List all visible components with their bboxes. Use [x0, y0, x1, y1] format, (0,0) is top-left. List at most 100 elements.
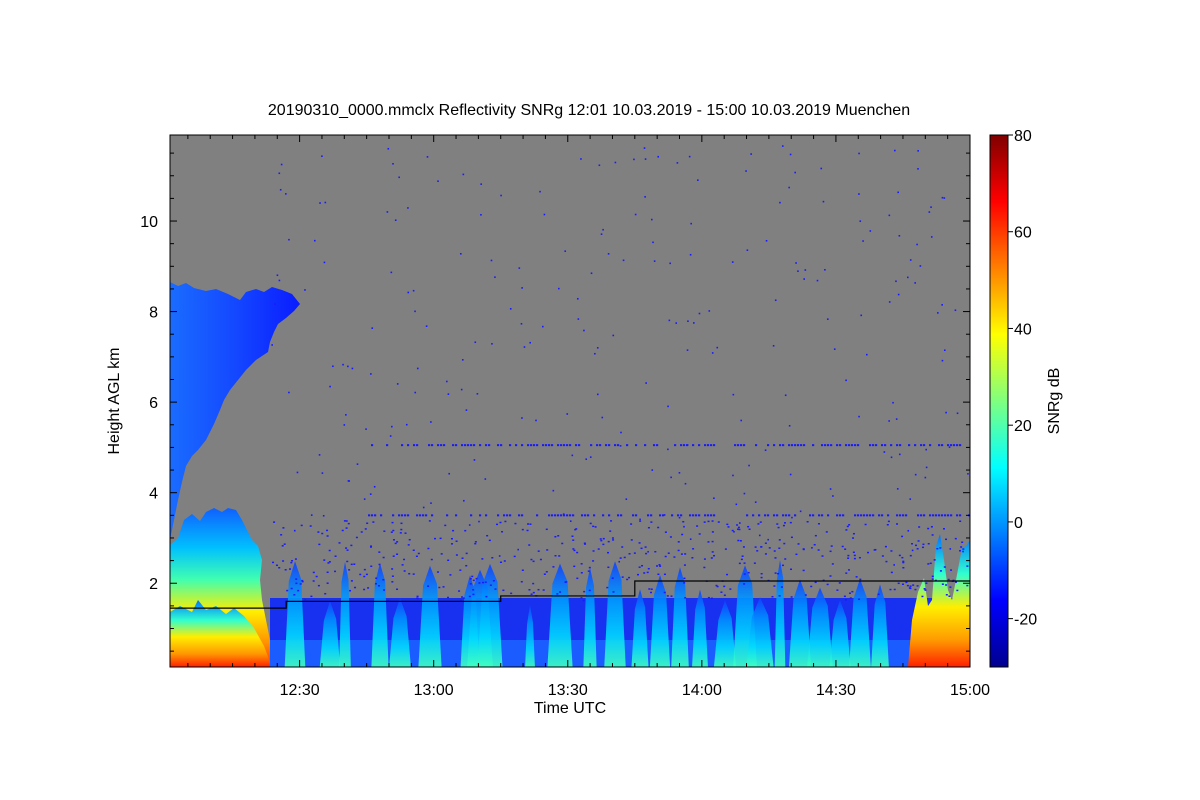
echo-pixel: [959, 444, 962, 447]
noise-pixel: [351, 367, 354, 370]
noise-pixel: [450, 537, 453, 540]
noise-pixel: [438, 586, 441, 589]
echo-pixel: [560, 514, 563, 517]
noise-pixel: [389, 435, 392, 437]
echo-pixel: [947, 514, 950, 517]
noise-pixel: [790, 536, 793, 539]
noise-pixel: [554, 554, 557, 557]
noise-pixel: [859, 220, 862, 222]
noise-pixel: [707, 541, 710, 543]
y-tick-label: 10: [140, 214, 158, 231]
noise-pixel: [677, 541, 680, 543]
noise-pixel: [669, 536, 672, 538]
noise-pixel: [377, 584, 380, 587]
noise-pixel: [656, 565, 659, 567]
noise-pixel: [489, 584, 492, 586]
chart-title: 20190310_0000.mmclx Reflectivity SNRg 12…: [268, 102, 910, 119]
noise-pixel: [394, 219, 397, 221]
noise-pixel: [448, 472, 451, 475]
noise-pixel: [943, 197, 946, 199]
noise-pixel: [514, 522, 517, 525]
echo-pixel: [485, 514, 488, 517]
echo-pixel: [923, 444, 926, 447]
echo-pixel: [773, 514, 776, 517]
echo-pixel: [416, 514, 419, 517]
noise-pixel: [464, 529, 467, 532]
echo-pixel: [563, 514, 566, 517]
noise-pixel: [527, 523, 530, 525]
noise-pixel: [590, 272, 593, 275]
noise-pixel: [345, 414, 347, 416]
noise-pixel: [592, 560, 595, 562]
noise-pixel: [426, 156, 429, 158]
noise-pixel: [405, 423, 408, 426]
noise-pixel: [797, 543, 800, 545]
noise-pixel: [480, 183, 482, 185]
noise-pixel: [577, 318, 580, 320]
noise-pixel: [427, 585, 430, 587]
noise-pixel: [936, 547, 939, 550]
noise-pixel: [743, 573, 746, 575]
noise-pixel: [843, 595, 846, 598]
noise-pixel: [326, 571, 329, 574]
x-tick-label: 13:30: [548, 682, 588, 699]
noise-pixel: [282, 527, 285, 529]
noise-pixel: [552, 566, 555, 568]
noise-pixel: [894, 149, 896, 152]
noise-pixel: [444, 524, 447, 527]
noise-pixel: [625, 498, 628, 500]
noise-pixel: [962, 548, 965, 550]
echo-pixel: [569, 444, 572, 447]
noise-pixel: [630, 539, 633, 541]
noise-pixel: [826, 318, 829, 320]
noise-pixel: [583, 329, 585, 332]
noise-pixel: [462, 173, 465, 176]
echo-pixel: [560, 444, 563, 447]
noise-pixel: [442, 586, 445, 588]
noise-pixel: [369, 493, 372, 495]
noise-pixel: [703, 521, 706, 523]
echo-pixel: [779, 444, 782, 447]
noise-pixel: [472, 589, 475, 591]
noise-pixel: [572, 548, 575, 550]
noise-pixel: [371, 327, 374, 329]
echo-pixel: [869, 444, 872, 447]
echo-pixel: [782, 444, 785, 447]
noise-pixel: [634, 213, 637, 216]
noise-pixel: [532, 591, 535, 594]
noise-pixel: [313, 239, 316, 242]
noise-pixel: [573, 549, 576, 552]
noise-pixel: [803, 278, 805, 280]
noise-pixel: [472, 593, 475, 596]
noise-pixel: [430, 558, 433, 561]
noise-pixel: [637, 573, 640, 576]
noise-pixel: [898, 453, 901, 456]
noise-pixel: [628, 553, 631, 555]
echo-pixel: [914, 444, 917, 447]
echo-pixel: [809, 514, 812, 517]
echo-pixel: [644, 444, 647, 447]
noise-pixel: [754, 546, 757, 548]
noise-pixel: [806, 521, 809, 523]
echo-pixel: [866, 514, 869, 517]
echo-pixel: [857, 444, 860, 447]
noise-pixel: [363, 588, 366, 591]
noise-pixel: [334, 570, 337, 573]
noise-pixel: [902, 561, 905, 564]
noise-pixel: [321, 155, 323, 157]
noise-pixel: [931, 575, 934, 578]
noise-pixel: [580, 563, 583, 565]
noise-pixel: [373, 485, 376, 488]
noise-pixel: [726, 523, 729, 526]
noise-pixel: [558, 555, 561, 557]
noise-pixel: [888, 214, 891, 217]
noise-pixel: [867, 551, 870, 554]
noise-pixel: [802, 569, 805, 572]
noise-pixel: [461, 359, 464, 361]
noise-pixel: [274, 303, 276, 305]
noise-pixel: [916, 585, 919, 587]
noise-pixel: [804, 594, 807, 596]
echo-pixel: [527, 444, 530, 447]
noise-pixel: [582, 599, 585, 602]
echo-pixel: [686, 444, 689, 447]
